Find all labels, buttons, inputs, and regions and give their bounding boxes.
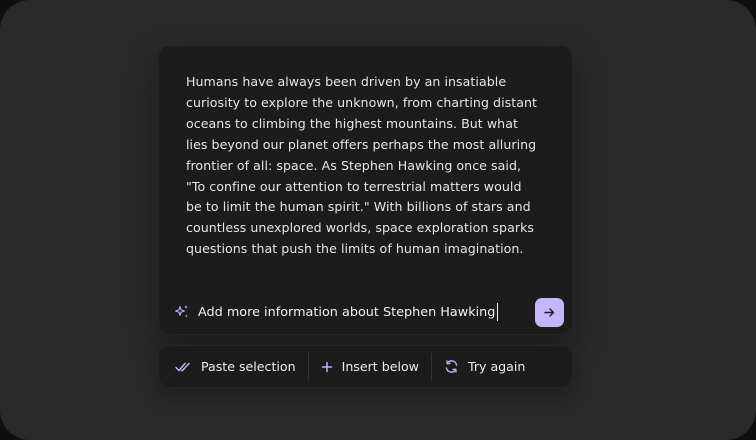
app-frame: Humans have always been driven by an ins…	[0, 0, 756, 440]
divider	[430, 353, 432, 380]
sparkle-icon	[174, 305, 188, 318]
response-line: Humans have always been driven by an ins…	[186, 74, 507, 89]
response-line: oceans to climbing the highest mountains…	[186, 115, 518, 131]
response-text: Humans have always been driven by an ins…	[186, 72, 554, 260]
response-line: questions that push the limits of human …	[186, 241, 524, 257]
divider	[307, 353, 309, 380]
text-caret	[497, 303, 499, 321]
response-line: frontier of all: space. As Stephen Hawki…	[186, 157, 522, 173]
response-line: countless unexplored worlds, space explo…	[186, 220, 535, 236]
response-line: be to limit the human spirit." With bill…	[186, 199, 531, 215]
send-button[interactable]	[535, 297, 564, 327]
double-check-icon	[175, 362, 190, 371]
paste-selection-button[interactable]: Paste selection	[174, 346, 296, 387]
paste-selection-label: Paste selection	[201, 359, 296, 374]
response-line: lies beyond our planet offers perhaps th…	[186, 136, 537, 152]
arrow-right-icon	[544, 307, 555, 317]
prompt-value[interactable]: Add more information about Stephen Hawki…	[198, 305, 495, 320]
prompt-input[interactable]: Add more information about Stephen Hawki…	[174, 297, 564, 327]
insert-below-label: Insert below	[341, 359, 419, 374]
try-again-button[interactable]: Try again	[444, 346, 525, 387]
response-line: "To confine our attention to terrestrial…	[186, 178, 522, 194]
refresh-icon	[445, 360, 458, 373]
action-bar: Paste selection Insert below Try again	[158, 345, 573, 388]
plus-icon	[321, 361, 332, 372]
response-line: curiosity to explore the unknown, from c…	[186, 94, 538, 110]
insert-below-button[interactable]: Insert below	[321, 346, 419, 387]
ai-response-panel: Humans have always been driven by an ins…	[158, 45, 573, 335]
try-again-label: Try again	[467, 359, 526, 374]
